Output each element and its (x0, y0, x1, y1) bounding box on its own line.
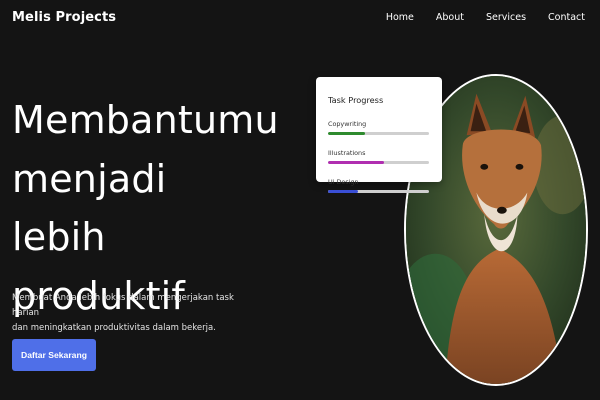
hero-description-line: Membuat Anda lebih fokus dalam mengerjak… (12, 293, 234, 318)
task-progress-card: Task Progress Copywriting Illustrations … (316, 77, 442, 193)
nav-link-contact[interactable]: Contact (548, 12, 585, 23)
task-label: Illustrations (328, 149, 366, 157)
hero-title: Membantumu menjadi lebih produktif (12, 91, 279, 325)
task-item: Illustrations (328, 149, 429, 164)
task-item: Ui Design (328, 178, 429, 193)
progress-fill (328, 132, 366, 135)
register-button[interactable]: Daftar Sekarang (12, 339, 96, 371)
navbar: Melis Projects Home About Services Conta… (0, 0, 600, 36)
task-progress-title: Task Progress (328, 95, 384, 105)
progress-track (328, 161, 429, 164)
brand-logo[interactable]: Melis Projects (12, 10, 116, 25)
progress-fill (328, 190, 359, 193)
progress-fill (328, 161, 384, 164)
nav-link-home[interactable]: Home (386, 12, 414, 23)
task-label: Ui Design (328, 178, 359, 186)
hero-title-line: menjadi lebih (12, 156, 167, 260)
nav-link-services[interactable]: Services (486, 12, 526, 23)
hero-description-line: dan meningkatkan produktivitas dalam bek… (12, 322, 216, 333)
progress-track (328, 132, 429, 135)
task-item: Copywriting (328, 120, 429, 135)
nav-link-about[interactable]: About (436, 12, 464, 23)
hero-title-line: Membantumu (12, 98, 279, 142)
task-label: Copywriting (328, 120, 367, 128)
hero-description: Membuat Anda lebih fokus dalam mengerjak… (12, 291, 262, 336)
progress-track (328, 190, 429, 193)
nav-menu: Home About Services Contact (386, 12, 585, 23)
